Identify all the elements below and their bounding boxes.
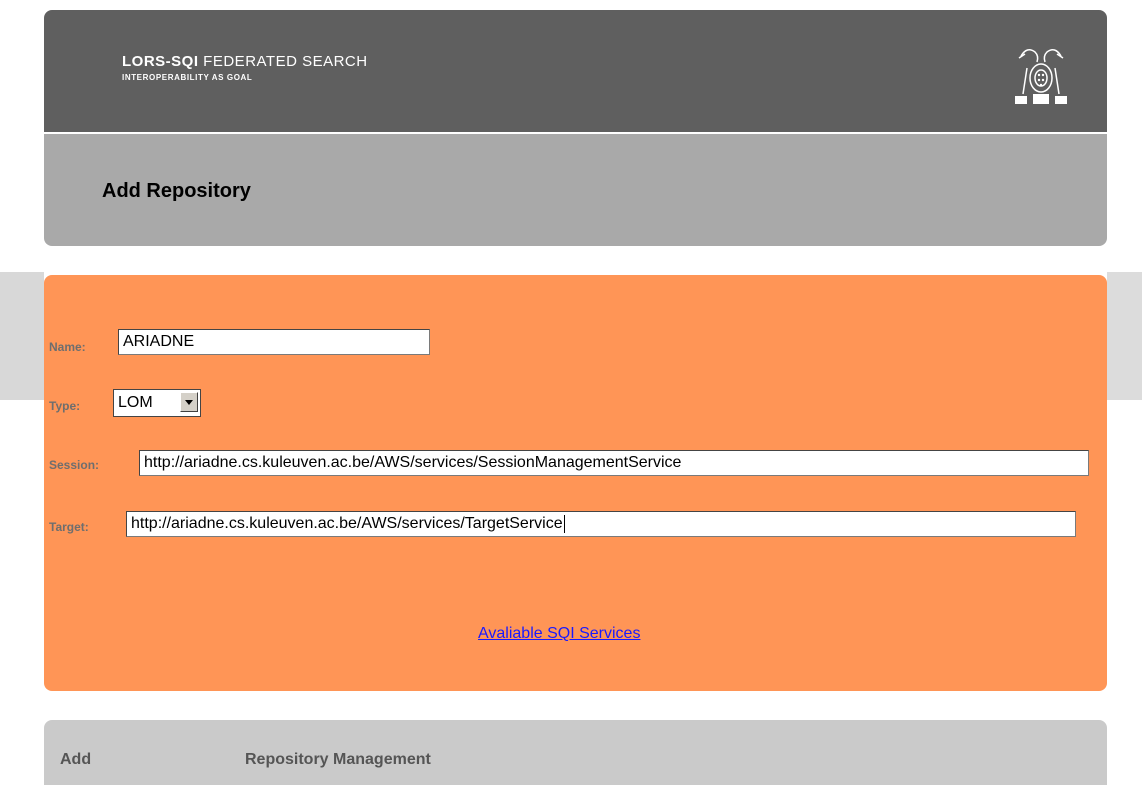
target-field[interactable]: http://ariadne.cs.kuleuven.ac.be/AWS/ser… xyxy=(126,511,1076,537)
target-label: Target: xyxy=(49,520,89,534)
type-select[interactable]: LOM xyxy=(113,389,201,417)
left-decorative-strip xyxy=(0,272,44,400)
brand-subtitle: INTEROPERABILITY AS GOAL xyxy=(122,73,253,82)
brand: LORS-SQI FEDERATED SEARCH INTEROPERABILI… xyxy=(122,53,368,82)
type-select-value: LOM xyxy=(118,394,153,411)
type-label: Type: xyxy=(49,399,81,413)
page-title: Add Repository xyxy=(102,180,251,202)
session-label: Session: xyxy=(49,458,100,472)
footer-nav: Add Repository Management xyxy=(44,720,1107,785)
add-nav-item[interactable]: Add xyxy=(60,751,91,769)
target-field-value: http://ariadne.cs.kuleuven.ac.be/AWS/ser… xyxy=(131,515,563,532)
name-field[interactable]: ARIADNE xyxy=(118,329,430,355)
university-crest-icon xyxy=(1015,49,1067,104)
text-caret xyxy=(563,514,565,533)
site-header: LORS-SQI FEDERATED SEARCH INTEROPERABILI… xyxy=(44,10,1107,132)
brand-title-bold: LORS-SQI xyxy=(122,53,199,70)
chevron-down-icon[interactable] xyxy=(180,392,198,412)
session-field[interactable]: http://ariadne.cs.kuleuven.ac.be/AWS/ser… xyxy=(139,450,1089,476)
page-title-bar: Add Repository xyxy=(44,134,1107,246)
brand-title-rest: FEDERATED SEARCH xyxy=(198,53,368,70)
available-sqi-services-link[interactable]: Avaliable SQI Services xyxy=(478,625,640,643)
repository-management-nav-item[interactable]: Repository Management xyxy=(245,751,431,769)
right-decorative-strip xyxy=(1107,272,1142,400)
brand-title: LORS-SQI FEDERATED SEARCH xyxy=(122,53,368,70)
name-label: Name: xyxy=(49,340,86,354)
